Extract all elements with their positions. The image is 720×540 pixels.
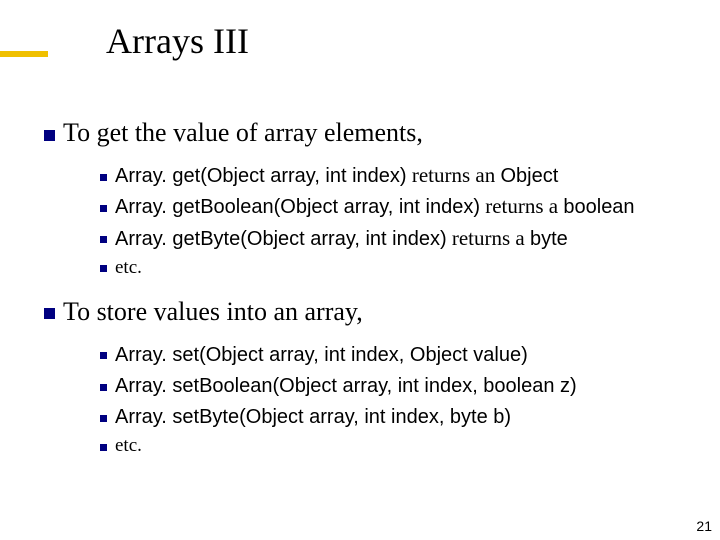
list-item: Array. setBoolean(Object array, int inde… [100,372,696,399]
bullet-icon [100,444,107,451]
bullet-icon [100,384,107,391]
code-text: boolean [563,196,634,218]
code-text: Array. getBoolean(Object array, int inde… [115,196,480,218]
section-heading: To store values into an array, [44,297,696,327]
bullet-icon [44,308,55,319]
section-heading-text: To store values into an array, [63,297,363,326]
bullet-icon [44,130,55,141]
code-text: Array. setBoolean(Object array, int inde… [115,375,577,397]
section-heading-text: To get the value of array elements, [63,118,423,147]
list-item: Array. get(Object array, int index) retu… [100,162,696,189]
bullet-icon [100,265,107,272]
list-item: Array. getBoolean(Object array, int inde… [100,193,696,220]
list-item: Array. setByte(Object array, int index, … [100,403,696,430]
desc-text: returns a [447,226,530,250]
list-item: Array. getByte(Object array, int index) … [100,225,696,252]
page-number: 21 [696,518,712,534]
section-heading: To get the value of array elements, [44,118,696,148]
etc-text: etc. [115,257,142,278]
accent-bar [0,51,48,57]
bullet-icon [100,205,107,212]
bullet-icon [100,236,107,243]
code-text: Array. setByte(Object array, int index, … [115,406,511,428]
desc-text: returns an [407,163,501,187]
slide-title: Arrays III [106,20,249,62]
desc-text: returns a [480,194,563,218]
content-area: To get the value of array elements, Arra… [36,118,696,463]
list-item: Array. set(Object array, int index, Obje… [100,341,696,368]
list-item-etc: etc. [100,256,696,281]
bullet-icon [100,174,107,181]
slide: Arrays III To get the value of array ele… [0,0,720,540]
bullet-icon [100,352,107,359]
code-text: Array. get(Object array, int index) [115,165,407,187]
code-text: Array. set(Object array, int index, Obje… [115,344,528,366]
code-text: byte [530,228,568,250]
code-text: Object [500,165,558,187]
etc-text: etc. [115,435,142,456]
bullet-icon [100,415,107,422]
list-item-etc: etc. [100,434,696,459]
code-text: Array. getByte(Object array, int index) [115,228,447,250]
